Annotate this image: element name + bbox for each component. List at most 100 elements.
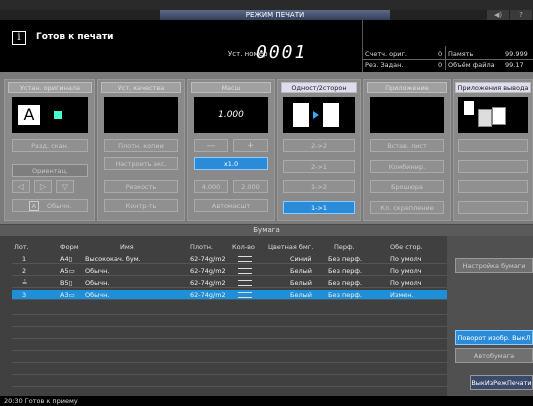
table-row[interactable]: 1 A4▯ Высококач. бум. 62-74g/m2 Синий Без пер…: [12, 254, 447, 264]
booklet-button[interactable]: Брошюра: [370, 180, 444, 193]
counter-divider-v: [445, 46, 446, 70]
table-row[interactable]: ≟ B5▯ Обычн. 62-74g/m2 Белый Без перф. По умол…: [12, 278, 447, 288]
cell-name: Обычн.: [85, 291, 110, 299]
adjust-exposure-button[interactable]: Настроить экс.: [104, 157, 178, 170]
sound-button[interactable]: ◀): [487, 10, 509, 20]
sharpness-button[interactable]: Резкость: [104, 180, 178, 193]
cell-name: Обычн.: [85, 267, 110, 275]
arrow-right-icon: [313, 111, 319, 119]
orient-down-icon[interactable]: ▽: [56, 180, 74, 193]
cell-size: A3▭: [60, 291, 75, 299]
sheet-icon: [478, 109, 492, 127]
contrast-button[interactable]: Контр-ть: [104, 199, 178, 212]
output-apps-tab[interactable]: Приложения вывода: [455, 82, 531, 93]
cell-punch: Без перф.: [328, 267, 362, 275]
info-icon: i: [12, 31, 26, 45]
duplex-2-2-button[interactable]: 2->2: [283, 139, 355, 152]
orientation-label: Ориентац.: [12, 164, 88, 177]
empty-row-line: [12, 326, 447, 327]
sheet-icon-2: [492, 107, 506, 125]
result-counter-label: Рез. Задан.: [365, 61, 404, 69]
cell-tray: 1: [22, 255, 27, 263]
original-settings-tab[interactable]: Устан. оригинала: [8, 82, 92, 93]
scale-x1-button[interactable]: x1.0: [194, 157, 268, 170]
memory-value: 99.999: [505, 50, 528, 58]
quantity-level-icon: [238, 280, 252, 286]
col-header-color: Цветная бмг.: [268, 243, 314, 251]
application-tab[interactable]: Приложение: [367, 82, 447, 93]
cell-size: B5▯: [60, 279, 73, 287]
paper-section-title: Бумага: [0, 225, 533, 236]
col-header-duplex: Обе стор.: [390, 243, 423, 251]
table-row[interactable]: 3 A3▭ Обычн. 62-74g/m2 Белый Без перф. Измен.: [12, 290, 447, 300]
auto-scale-button[interactable]: Автомасшт: [194, 199, 268, 212]
color-icon: [54, 111, 62, 119]
cell-tray: ≟: [22, 279, 28, 287]
letter-a-icon: A: [18, 105, 40, 125]
counter-divider: [362, 59, 533, 60]
normal-mode-button[interactable]: A Обычн.: [12, 199, 88, 212]
split-scan-button[interactable]: Разд. скан.: [12, 139, 88, 152]
footer-status: 20:30 Готов к приему: [0, 396, 533, 406]
scale-preset-1-button[interactable]: 4.000: [194, 180, 228, 193]
cell-duplex: По умолч: [390, 267, 422, 275]
exit-print-mode-button[interactable]: ВыкИзРежПечати: [470, 375, 533, 390]
quality-preview: [104, 97, 178, 133]
output-blank-1[interactable]: [458, 139, 528, 152]
col-header-size: Форм: [60, 243, 79, 251]
memory-label: Память: [448, 50, 474, 58]
duplex-1-2-button[interactable]: 1->2: [283, 180, 355, 193]
quantity-level-icon: [238, 292, 252, 298]
help-button[interactable]: ?: [510, 10, 532, 20]
page-icon-2: [323, 103, 339, 127]
orient-right-icon[interactable]: ▷: [34, 180, 52, 193]
quantity-level-icon: [238, 256, 252, 262]
table-row[interactable]: 2 A5▭ Обычн. 62-74g/m2 Белый Без перф. По умол…: [12, 266, 447, 276]
duplex-2-1-button[interactable]: 2->1: [283, 160, 355, 173]
insert-sheet-button[interactable]: Встав. лист: [370, 139, 444, 152]
cell-name: Обычн.: [85, 279, 110, 287]
duplex-tab[interactable]: Одност/2сторон: [281, 82, 357, 93]
cell-size: A5▭: [60, 267, 75, 275]
cell-color: Белый: [290, 279, 312, 287]
cell-weight: 62-74g/m2: [190, 267, 226, 275]
orient-left-icon[interactable]: ◁: [12, 180, 30, 193]
empty-row-line: [12, 374, 447, 375]
page-icon: [293, 103, 309, 127]
duplex-preview: [283, 97, 355, 133]
combine-button[interactable]: Комбинир.: [370, 160, 444, 173]
cell-name: Высококач. бум.: [85, 255, 141, 263]
file-size-value: 99.17: [505, 61, 524, 69]
cell-weight: 62-74g/m2: [190, 279, 226, 287]
cell-punch: Без перф.: [328, 279, 362, 287]
scale-tab[interactable]: Масш: [191, 82, 271, 93]
empty-row-line: [12, 350, 447, 351]
paper-settings-button[interactable]: Настройка бумаги: [455, 258, 533, 273]
auto-paper-button[interactable]: Автобумага: [455, 348, 533, 363]
stapling-button[interactable]: Кл. скрепление: [370, 201, 444, 214]
empty-row-line: [12, 338, 447, 339]
scale-preset-2-button[interactable]: 2.000: [233, 180, 268, 193]
scale-plus-button[interactable]: +: [233, 139, 268, 152]
output-blank-4[interactable]: [458, 201, 528, 214]
page-title: РЕЖИМ ПЕЧАТИ: [160, 10, 390, 20]
output-blank-2[interactable]: [458, 160, 528, 173]
cell-color: Белый: [290, 267, 312, 275]
cell-duplex: Измен.: [390, 291, 414, 299]
quality-settings-tab[interactable]: Уст. качества: [101, 82, 181, 93]
duplex-1-1-button[interactable]: 1->1: [283, 201, 355, 214]
copy-density-button[interactable]: Плотн. копии: [104, 139, 178, 152]
cell-duplex: По умолч: [390, 255, 422, 263]
image-rotation-button[interactable]: Поворот изобр. ВыкЛ: [455, 330, 533, 345]
col-header-quantity: Кол-во: [232, 243, 255, 251]
cell-size: A4▯: [60, 255, 73, 263]
a-box-icon: A: [28, 201, 40, 211]
scale-minus-button[interactable]: —: [194, 139, 228, 152]
empty-row-line: [12, 314, 447, 315]
orig-counter-value: 0: [438, 50, 443, 58]
original-preview: A: [12, 97, 88, 133]
col-header-punch: Перф.: [334, 243, 355, 251]
output-blank-3[interactable]: [458, 180, 528, 193]
cell-tray: 3: [22, 291, 27, 299]
result-counter-value: 0: [438, 61, 443, 69]
